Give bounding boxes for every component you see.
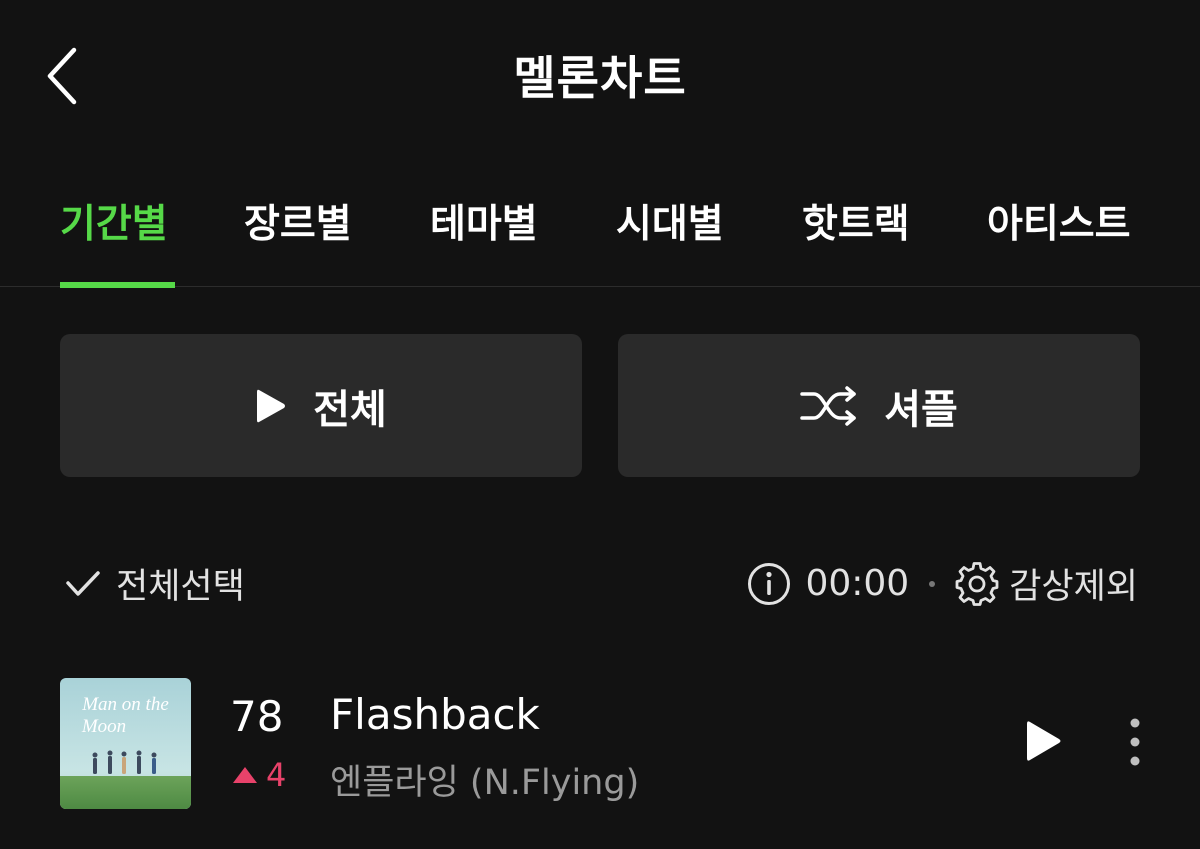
song-list-item[interactable]: Man on the Moon 78 4 Flashback 엔플라잉 (N.F…	[0, 672, 1200, 812]
tab-era[interactable]: 시대별	[616, 193, 724, 287]
page-title: 멜론차트	[513, 51, 687, 105]
timer-value: 00:00	[805, 563, 910, 604]
more-vertical-icon	[1130, 718, 1140, 766]
play-all-label: 전체	[313, 386, 387, 433]
select-all-label: 전체선택	[116, 567, 245, 607]
chart-rank: 78	[230, 692, 284, 741]
exclude-listening-label: 감상제외	[1009, 567, 1138, 607]
svg-text:Moon: Moon	[81, 716, 126, 737]
tab-artist[interactable]: 아티스트	[987, 193, 1131, 287]
separator-dot	[929, 580, 936, 587]
shuffle-button[interactable]: 셔플	[618, 334, 1140, 477]
tab-genre[interactable]: 장르별	[244, 193, 352, 287]
arrow-up-icon	[233, 767, 257, 783]
timer-button[interactable]: 00:00	[747, 562, 909, 606]
rank-change: 4	[232, 756, 286, 794]
gear-icon	[955, 561, 999, 606]
tab-theme[interactable]: 테마별	[430, 193, 538, 287]
play-icon	[1027, 721, 1061, 761]
list-options: 전체선택 00:00 감상제외	[0, 550, 1200, 616]
album-art[interactable]: Man on the Moon	[60, 678, 191, 809]
category-tabs: 기간별 장르별 테마별 시대별 핫트랙 아티스트	[0, 175, 1200, 288]
exclude-listening-button[interactable]: 감상제외	[955, 558, 1138, 609]
playback-tools: 00:00 감상제외	[747, 558, 1138, 609]
shuffle-icon	[800, 385, 856, 426]
select-all-button[interactable]: 전체선택	[64, 558, 245, 609]
tab-hot-track[interactable]: 핫트랙	[802, 193, 910, 287]
svg-text:Man on the: Man on the	[81, 694, 169, 715]
tab-period[interactable]: 기간별	[60, 193, 175, 288]
check-icon	[66, 570, 100, 596]
info-icon	[748, 562, 791, 605]
song-artist[interactable]: 엔플라잉 (N.Flying)	[330, 754, 639, 805]
album-cover-image: Man on the Moon	[60, 678, 191, 809]
song-title[interactable]: Flashback	[330, 690, 540, 739]
shuffle-label: 셔플	[884, 386, 958, 433]
play-all-button[interactable]: 전체	[60, 334, 582, 477]
header: 멜론차트	[0, 0, 1200, 150]
melon-chart-screen: 멜론차트 기간별 장르별 테마별 시대별 핫트랙 아티스트 전체 셔플 전체선택…	[0, 0, 1200, 849]
song-play-button[interactable]	[1018, 716, 1068, 766]
play-icon	[257, 389, 286, 422]
more-options-button[interactable]	[1118, 714, 1152, 770]
rank-change-value: 4	[266, 756, 287, 794]
